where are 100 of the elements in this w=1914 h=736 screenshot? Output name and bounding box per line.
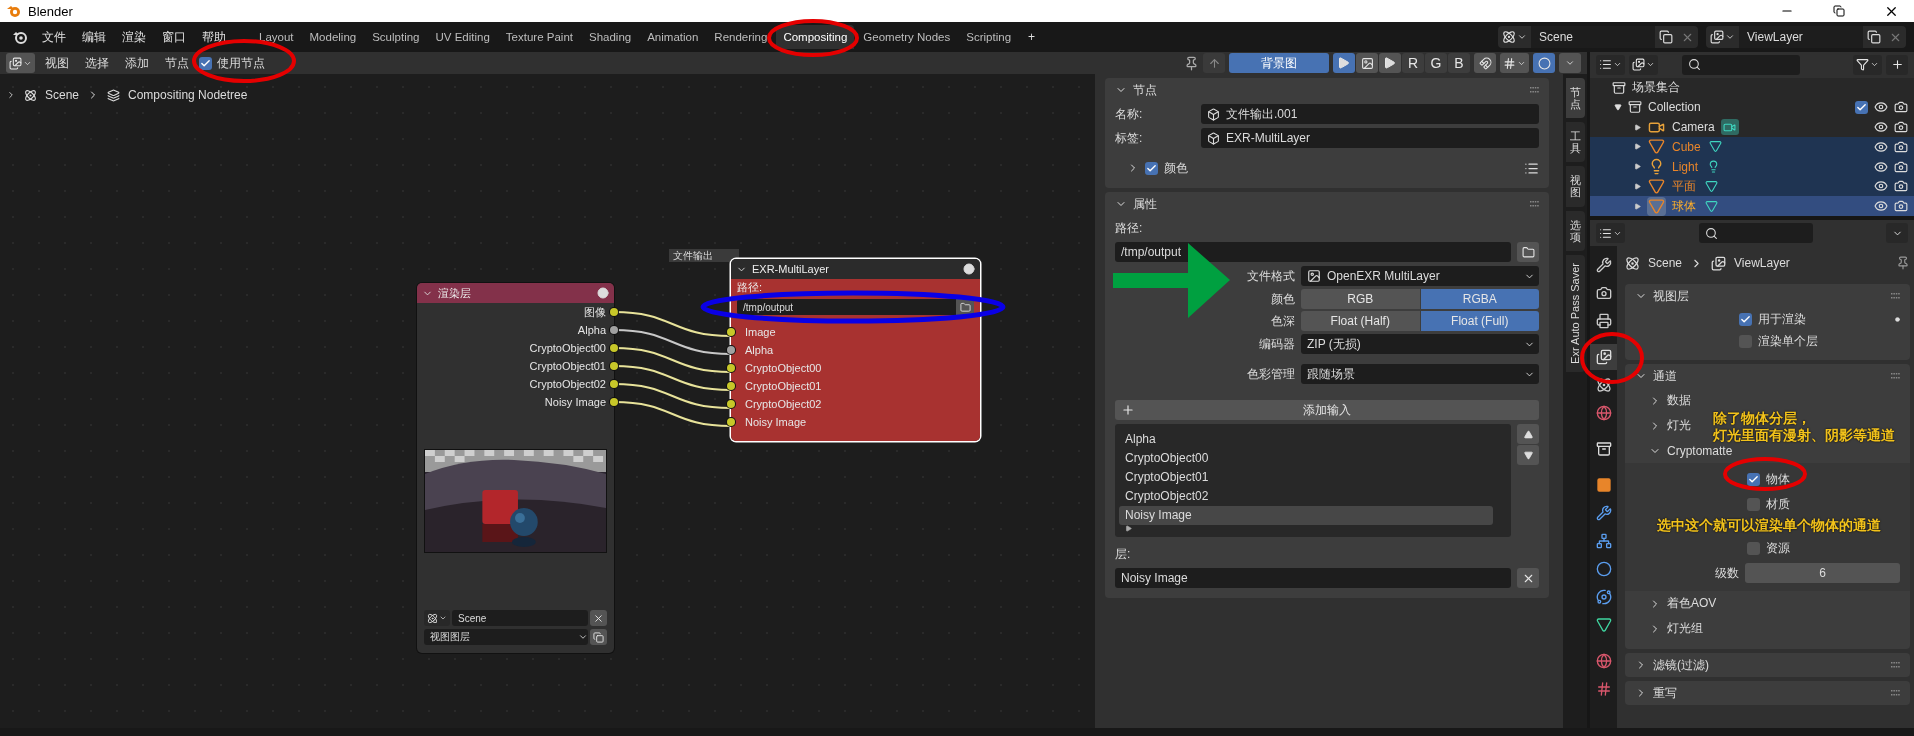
camera-icon[interactable]: [1894, 199, 1908, 214]
name-field[interactable]: 文件输出.001: [1201, 104, 1539, 124]
workspace-tab[interactable]: UV Editing: [428, 25, 497, 49]
display-mode-button[interactable]: [1333, 53, 1355, 73]
list-item[interactable]: Noisy Image: [1119, 506, 1493, 525]
preview-toggle-icon[interactable]: [963, 263, 975, 275]
menu-item[interactable]: 窗口: [154, 28, 194, 46]
scene-dropdown[interactable]: [424, 610, 450, 626]
workspace-tab[interactable]: Geometry Nodes: [856, 25, 958, 49]
display-mode-dropdown[interactable]: [1596, 54, 1625, 75]
color-mode-button[interactable]: RGB: [1301, 289, 1420, 309]
eye-icon[interactable]: [1874, 179, 1888, 194]
input-socket[interactable]: [727, 418, 735, 426]
move-up-button[interactable]: [1517, 424, 1539, 444]
color-mode-button[interactable]: RGBA: [1420, 289, 1539, 309]
sidebar-tab[interactable]: 工具: [1565, 122, 1585, 163]
clear-button[interactable]: [590, 610, 607, 626]
menu-item[interactable]: 节点: [159, 54, 195, 72]
subpanel-title[interactable]: 数据: [1667, 392, 1691, 409]
folder-button[interactable]: [1517, 242, 1539, 262]
search-field[interactable]: [1699, 223, 1813, 243]
remove-button[interactable]: [1517, 568, 1539, 588]
list-item[interactable]: CryptoObject02: [1119, 487, 1493, 506]
camera-icon[interactable]: [1894, 179, 1908, 194]
sidebar-tab[interactable]: 选项: [1565, 210, 1585, 251]
output-socket[interactable]: [610, 344, 618, 352]
outliner-row[interactable]: Camera: [1590, 117, 1914, 137]
menu-item[interactable]: 编辑: [74, 28, 114, 46]
checkbox[interactable]: [1747, 497, 1760, 511]
output-socket[interactable]: [610, 362, 618, 370]
outliner-row[interactable]: 平面: [1590, 176, 1914, 197]
workspace-tab[interactable]: Animation: [640, 25, 706, 49]
workspace-tab[interactable]: Rendering: [707, 25, 775, 49]
view-layer-dropdown[interactable]: [1629, 54, 1658, 75]
overlay-button[interactable]: [1533, 53, 1555, 73]
subpanel-title[interactable]: 灯光: [1667, 417, 1691, 434]
pin-icon[interactable]: [1896, 256, 1910, 270]
add-workspace-button[interactable]: +: [1020, 30, 1044, 44]
color-management-dropdown[interactable]: 跟随场景: [1301, 364, 1539, 384]
eye-icon[interactable]: [1874, 199, 1888, 214]
workspace-tab[interactable]: Scripting: [959, 25, 1019, 49]
output-socket[interactable]: [610, 380, 618, 388]
workspace-tab[interactable]: Modeling: [302, 25, 364, 49]
path-field[interactable]: /tmp/output: [737, 299, 974, 315]
menu-item[interactable]: 渲染: [114, 28, 154, 46]
options-dropdown[interactable]: [1886, 223, 1908, 243]
collapsed-panel[interactable]: 重写: [1625, 681, 1910, 705]
search-field[interactable]: [1682, 54, 1800, 75]
outliner-row[interactable]: Light: [1590, 156, 1914, 177]
sidebar-tab[interactable]: 节点: [1565, 78, 1585, 119]
properties-tab[interactable]: [1590, 344, 1617, 370]
disclosure-triangle-icon[interactable]: [1634, 163, 1641, 171]
input-socket[interactable]: [727, 328, 735, 336]
new-collection-button[interactable]: [1886, 54, 1908, 75]
workspace-tab[interactable]: Texture Paint: [498, 25, 580, 49]
checkbox[interactable]: [1747, 541, 1760, 555]
expand-icon[interactable]: [1125, 525, 1132, 532]
channel-button[interactable]: B: [1448, 53, 1470, 73]
workspace-tab[interactable]: Compositing: [776, 25, 855, 49]
filter-dropdown[interactable]: [1853, 54, 1882, 75]
output-socket[interactable]: [610, 326, 618, 334]
file-format-dropdown[interactable]: OpenEXR MultiLayer: [1301, 266, 1539, 286]
checkbox[interactable]: [1747, 472, 1760, 486]
menu-item[interactable]: 视图: [39, 54, 75, 72]
disclosure-triangle-icon[interactable]: [1634, 123, 1641, 131]
view-layer-dropdown[interactable]: 视图图层: [424, 629, 588, 645]
menu-item[interactable]: 选择: [79, 54, 115, 72]
display-mode-button[interactable]: [1379, 53, 1401, 73]
color-depth-button[interactable]: Float (Half): [1301, 311, 1420, 331]
channel-button[interactable]: G: [1425, 53, 1447, 73]
layer-field[interactable]: Noisy Image: [1115, 568, 1511, 588]
copy-button[interactable]: [590, 629, 607, 645]
color-depth-button[interactable]: Float (Full): [1420, 311, 1539, 331]
eye-icon[interactable]: [1874, 100, 1888, 115]
pin-icon[interactable]: [1184, 55, 1199, 71]
eye-icon[interactable]: [1874, 120, 1888, 135]
camera-icon[interactable]: [1894, 139, 1908, 154]
workspace-tab[interactable]: Layout: [252, 25, 301, 49]
levels-field[interactable]: 6: [1745, 563, 1900, 583]
list-item[interactable]: CryptoObject00: [1119, 449, 1493, 468]
path-field[interactable]: /tmp/output: [1115, 242, 1511, 262]
output-socket[interactable]: [610, 308, 618, 316]
subpanel-title[interactable]: Cryptomatte: [1667, 443, 1733, 458]
editor-type-button[interactable]: [1596, 223, 1625, 243]
logo-icon[interactable]: [12, 30, 28, 44]
codec-dropdown[interactable]: ZIP (无损): [1301, 334, 1539, 354]
output-socket[interactable]: [610, 398, 618, 406]
menu-item[interactable]: 添加: [119, 54, 155, 72]
eye-icon[interactable]: [1874, 159, 1888, 174]
input-socket[interactable]: [727, 346, 735, 354]
input-socket[interactable]: [727, 382, 735, 390]
color-checkbox[interactable]: [1145, 161, 1158, 175]
backdrop-button[interactable]: 背景图: [1229, 53, 1329, 73]
exclude-checkbox[interactable]: [1855, 100, 1868, 114]
camera-icon[interactable]: [1894, 100, 1908, 115]
checkbox[interactable]: [1739, 312, 1752, 326]
view-layer-field[interactable]: ViewLayer: [1739, 26, 1863, 48]
disclosure-triangle-icon[interactable]: [1614, 103, 1622, 112]
camera-icon[interactable]: [1894, 120, 1908, 135]
scene-field[interactable]: Scene: [452, 610, 588, 626]
